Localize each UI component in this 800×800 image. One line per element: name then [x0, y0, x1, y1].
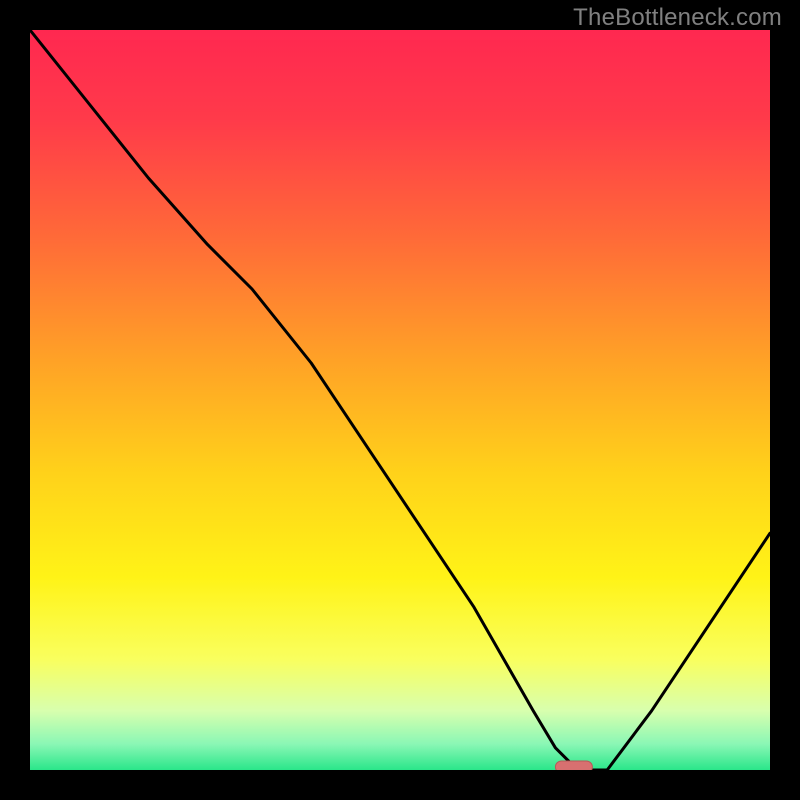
chart-svg — [30, 30, 770, 770]
plot-area — [30, 30, 770, 770]
gradient-background — [30, 30, 770, 770]
watermark-text: TheBottleneck.com — [573, 4, 782, 32]
chart-frame: TheBottleneck.com — [0, 0, 800, 800]
optimal-marker — [555, 761, 592, 770]
